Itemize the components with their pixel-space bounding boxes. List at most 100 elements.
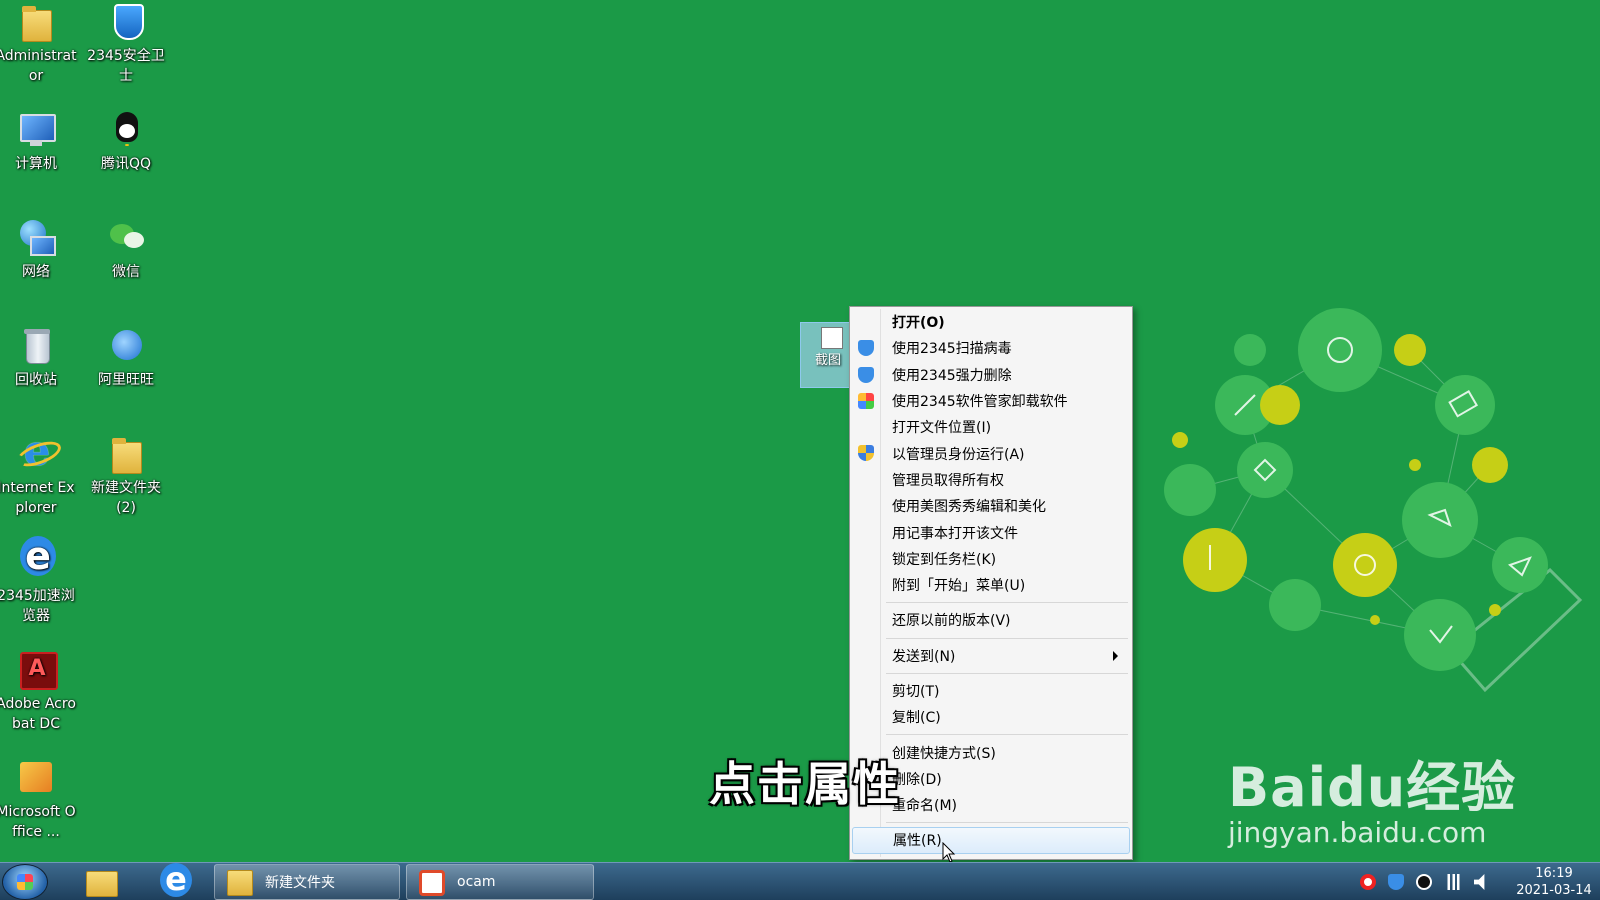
menu-separator	[852, 818, 1130, 827]
menu-item-label: 打开文件位置(I)	[892, 420, 992, 437]
taskbar-button-ocam[interactable]: ocam	[406, 864, 594, 900]
desktop-icon-tencent-qq[interactable]: 腾讯QQ	[84, 110, 168, 174]
network-signal-icon[interactable]	[1446, 874, 1462, 890]
taskbar-button-label: 新建文件夹	[265, 875, 335, 891]
menu-item-label: 创建快捷方式(S)	[892, 745, 996, 762]
menu-separator	[852, 730, 1130, 739]
desktop-icon-recycle-bin[interactable]: 回收站	[0, 326, 78, 390]
clock-date: 2021-03-14	[1516, 883, 1592, 898]
taskbar-button-new-folder[interactable]: 新建文件夹	[214, 864, 400, 900]
desktop-icon-label: 回收站	[15, 372, 57, 388]
menu-item-copy[interactable]: 复制(C)	[852, 704, 1130, 730]
menu-item-restore-previous[interactable]: 还原以前的版本(V)	[852, 607, 1130, 633]
desktop-icon-internet-explorer[interactable]: Internet Explorer	[0, 426, 78, 518]
shortcut-arrow-icon	[821, 327, 843, 349]
desktop-icon-new-folder-2[interactable]: 新建文件夹 (2)	[84, 434, 168, 518]
menu-item-label: 附到「开始」菜单(U)	[892, 578, 1026, 595]
desktop-icon-network[interactable]: 网络	[0, 218, 78, 282]
desktop-icon-label: 阿里旺旺	[98, 372, 154, 388]
2345-shield-tray-icon[interactable]	[1388, 874, 1404, 890]
desktop-icon-wechat[interactable]: 微信	[84, 218, 168, 282]
menu-item-pin-to-start[interactable]: 附到「开始」菜单(U)	[852, 572, 1130, 598]
menu-item-label: 复制(C)	[892, 710, 941, 727]
menu-item-label: 重命名(M)	[892, 798, 958, 815]
menu-item-open-file-location[interactable]: 打开文件位置(I)	[852, 414, 1130, 440]
menu-item-label: 使用2345强力删除	[892, 367, 1012, 384]
taskbar-clock[interactable]: 16:19 2021-03-14	[1514, 865, 1594, 899]
desktop-icon-label: 计算机	[15, 156, 57, 172]
menu-item-2345-uninstall[interactable]: 使用2345软件管家卸载软件	[852, 388, 1130, 414]
menu-item-label: 剪切(T)	[892, 684, 940, 700]
menu-item-pin-to-taskbar[interactable]: 锁定到任务栏(K)	[852, 546, 1130, 572]
user-folder-icon	[16, 2, 56, 42]
desktop-icon-aliwangwang[interactable]: 阿里旺旺	[84, 326, 168, 390]
taskbar: 新建文件夹 ocam 16:19 2021-03-14	[0, 862, 1600, 900]
desktop-icon-computer[interactable]: 计算机	[0, 110, 78, 174]
menu-item-label: 发送到(N)	[892, 648, 956, 665]
desktop-icon-label: Microsoft Office ...	[0, 804, 76, 840]
volume-icon[interactable]	[1474, 874, 1485, 890]
desktop-icon-administrator[interactable]: Administrat or	[0, 2, 78, 86]
selected-shortcut[interactable]: 截图	[800, 322, 852, 388]
menu-item-label: 管理员取得所有权	[892, 472, 1004, 489]
desktop-icon-label: Adobe Acrobat DC	[0, 696, 76, 732]
menu-item-cut[interactable]: 剪切(T)	[852, 678, 1130, 704]
menu-item-properties[interactable]: 属性(R)	[852, 827, 1130, 854]
menu-item-open-with-notepad[interactable]: 用记事本打开该文件	[852, 519, 1130, 545]
mouse-cursor-icon	[942, 842, 956, 863]
desktop-icon-2345-security[interactable]: 2345安全卫士	[84, 2, 168, 86]
menu-item-label: 打开(O)	[892, 315, 945, 332]
menu-item-take-ownership[interactable]: 管理员取得所有权	[852, 467, 1130, 493]
start-button[interactable]	[2, 864, 48, 900]
2345-shield-icon	[858, 340, 874, 357]
adobe-acrobat-icon	[16, 650, 58, 690]
menu-separator	[852, 634, 1130, 643]
baidu-jingyan-watermark: Baidu经验 jingyan.baidu.com	[1228, 760, 1558, 856]
computer-icon	[16, 110, 56, 150]
desktop-icon-label: Internet Explorer	[0, 480, 75, 516]
uac-shield-icon	[858, 445, 874, 462]
folder-icon	[106, 434, 146, 474]
2345-software-manager-icon	[858, 392, 874, 409]
desktop-icon-adobe-acrobat[interactable]: Adobe Acrobat DC	[0, 650, 78, 734]
desktop-icon-microsoft-office[interactable]: Microsoft Office ...	[0, 758, 78, 842]
2345-shield-icon	[858, 366, 874, 383]
menu-item-send-to[interactable]: 发送到(N)	[852, 643, 1130, 669]
system-tray: 16:19 2021-03-14	[1330, 863, 1600, 900]
wechat-icon	[106, 218, 146, 258]
qq-penguin-icon	[106, 110, 146, 150]
clock-time: 16:19	[1535, 866, 1573, 881]
taskbar-pin-explorer[interactable]	[70, 865, 130, 899]
menu-item-label: 使用美图秀秀编辑和美化	[892, 499, 1046, 516]
qq-tray-icon[interactable]	[1416, 874, 1432, 890]
watermark-url-text: jingyan.baidu.com	[1228, 816, 1487, 849]
menu-item-open[interactable]: 打开(O)	[852, 309, 1130, 335]
menu-item-run-as-admin[interactable]: 以管理员身份运行(A)	[852, 440, 1130, 466]
desktop-icon-label: 2345安全卫士	[87, 48, 165, 84]
menu-item-2345-force-delete[interactable]: 使用2345强力删除	[852, 362, 1130, 388]
2345-security-shield-icon	[106, 2, 146, 42]
desktop-icon-2345-browser[interactable]: 2345加速浏览器	[0, 536, 78, 626]
recycle-bin-icon	[16, 326, 56, 366]
menu-item-2345-scan-virus[interactable]: 使用2345扫描病毒	[852, 335, 1130, 361]
record-icon[interactable]	[1360, 874, 1376, 890]
taskbar-pin-ie[interactable]	[142, 863, 202, 899]
desktop-icon-label: 微信	[112, 264, 140, 280]
desktop-icon-label: Administrat or	[0, 48, 77, 84]
desktop-icon-label: 新建文件夹 (2)	[91, 480, 161, 516]
microsoft-office-icon	[16, 758, 56, 798]
menu-item-label: 用记事本打开该文件	[892, 525, 1018, 542]
menu-item-label: 锁定到任务栏(K)	[892, 551, 997, 568]
wallpaper-lightbulb-graphic	[1164, 308, 1583, 693]
2345-browser-icon	[16, 536, 56, 582]
video-subtitle-caption: 点击属性	[709, 757, 901, 811]
menu-item-meitu-edit[interactable]: 使用美图秀秀编辑和美化	[852, 493, 1130, 519]
menu-item-label: 使用2345软件管家卸载软件	[892, 394, 1068, 411]
menu-separator	[852, 669, 1130, 678]
menu-item-label: 以管理员身份运行(A)	[892, 446, 1025, 463]
desktop-icon-label: 网络	[22, 264, 50, 280]
menu-item-label: 使用2345扫描病毒	[892, 341, 1012, 358]
desktop-icon-label: 腾讯QQ	[100, 156, 152, 172]
menu-item-label: 还原以前的版本(V)	[892, 613, 1011, 630]
aliwangwang-icon	[106, 326, 146, 366]
